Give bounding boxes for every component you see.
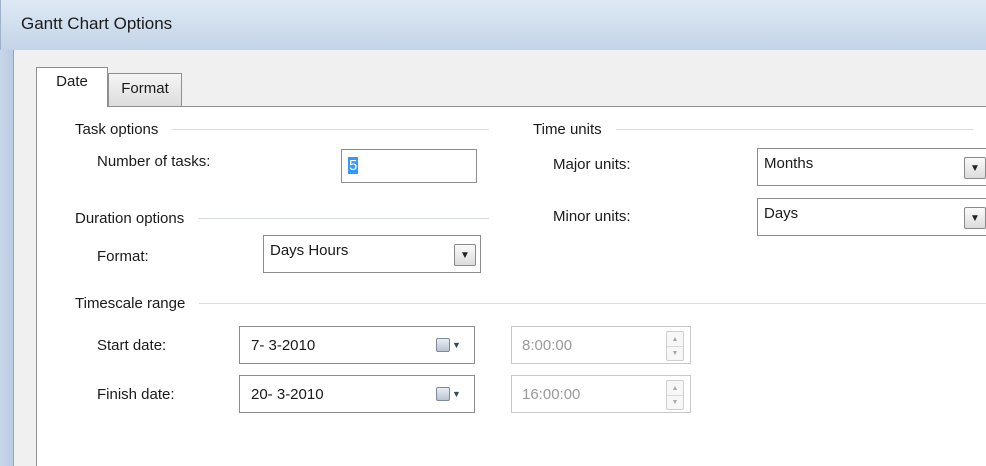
spin-arrows-icon: ▲ ▼	[666, 331, 684, 361]
duration-options-group-header: Duration options	[75, 210, 489, 227]
major-units-select[interactable]: Months ▼	[757, 148, 986, 186]
calendar-icon[interactable]: ▼	[436, 336, 464, 354]
window-title: Gantt Chart Options	[21, 14, 173, 33]
minor-units-label: Minor units:	[553, 208, 631, 225]
format-label: Format:	[97, 248, 149, 265]
finish-time-value: 16:00:00	[522, 386, 581, 403]
timescale-range-heading: Timescale range	[75, 295, 186, 312]
title-bar[interactable]: Gantt Chart Options	[0, 0, 986, 50]
task-options-heading: Task options	[75, 121, 159, 138]
chevron-down-icon[interactable]: ▼	[454, 244, 476, 266]
date-tab-panel: Task options Number of tasks: 5 Duration…	[36, 106, 986, 466]
number-of-tasks-value: 5	[348, 157, 359, 174]
time-units-group-header: Time units	[533, 121, 973, 138]
number-of-tasks-label: Number of tasks:	[97, 153, 211, 170]
format-select[interactable]: Days Hours ▼	[263, 235, 481, 273]
minor-units-select-value: Days	[764, 205, 799, 222]
format-select-value: Days Hours	[270, 242, 349, 259]
time-units-heading: Time units	[533, 121, 602, 138]
group-divider	[198, 218, 489, 219]
task-options-group-header: Task options	[75, 121, 489, 138]
group-divider	[615, 129, 973, 130]
group-divider	[172, 129, 489, 130]
start-date-label: Start date:	[97, 337, 167, 354]
finish-time-field: 16:00:00 ▲ ▼	[511, 375, 691, 413]
timescale-range-group-header: Timescale range	[75, 295, 986, 312]
minor-units-select[interactable]: Days ▼	[757, 198, 986, 236]
start-time-value: 8:00:00	[522, 337, 573, 354]
tab-date[interactable]: Date	[36, 67, 108, 107]
finish-date-value: 20- 3-2010	[251, 386, 324, 403]
finish-date-label: Finish date:	[97, 386, 175, 403]
group-divider	[199, 303, 986, 304]
start-date-value: 7- 3-2010	[251, 337, 316, 354]
dialog-client-area: Date Format Task options Number of tasks…	[14, 50, 986, 466]
finish-date-picker[interactable]: 20- 3-2010 ▼	[239, 375, 475, 413]
major-units-label: Major units:	[553, 156, 631, 173]
number-of-tasks-input[interactable]: 5	[341, 149, 477, 183]
spin-arrows-icon: ▲ ▼	[666, 380, 684, 410]
tab-format[interactable]: Format	[108, 73, 182, 107]
calendar-icon[interactable]: ▼	[436, 385, 464, 403]
major-units-select-value: Months	[764, 155, 814, 172]
duration-options-heading: Duration options	[75, 210, 185, 227]
window-frame-left	[0, 50, 14, 466]
start-date-picker[interactable]: 7- 3-2010 ▼	[239, 326, 475, 364]
start-time-field: 8:00:00 ▲ ▼	[511, 326, 691, 364]
chevron-down-icon[interactable]: ▼	[964, 207, 986, 229]
chevron-down-icon[interactable]: ▼	[964, 157, 986, 179]
